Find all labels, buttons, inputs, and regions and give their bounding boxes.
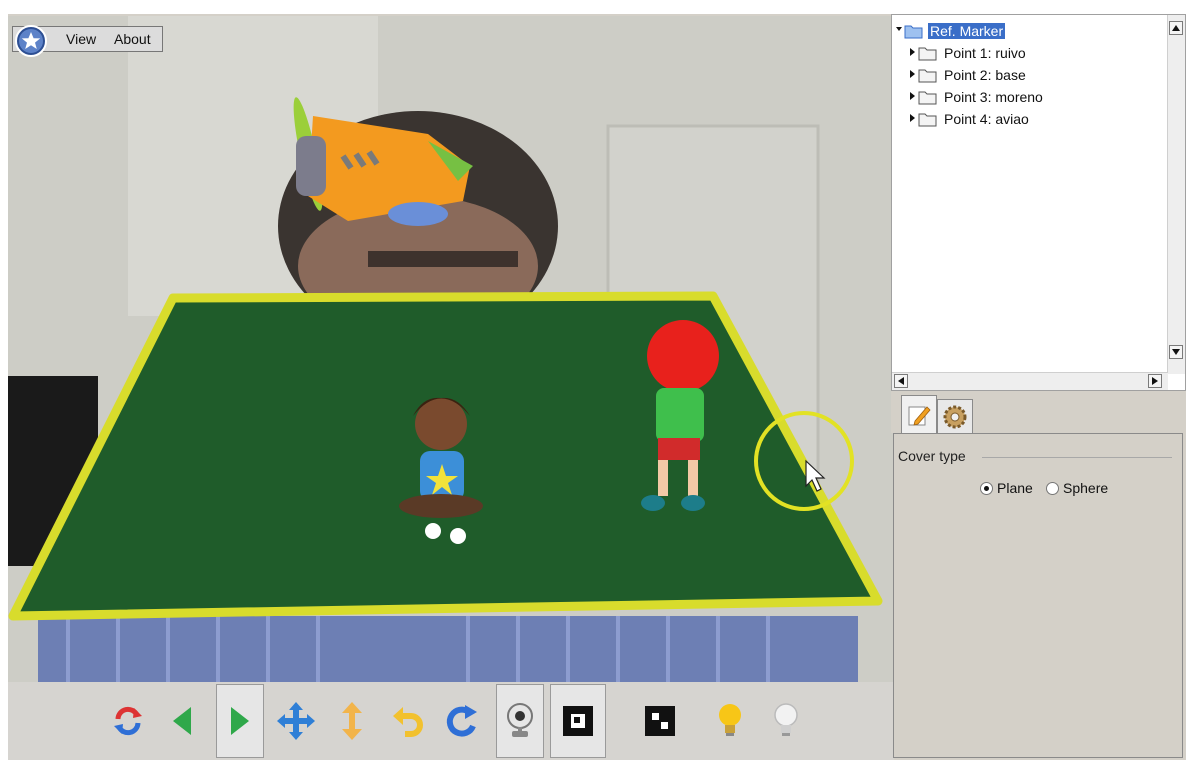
- tree-item-label: Point 2: base: [944, 67, 1026, 83]
- marker-single-icon: [563, 706, 593, 736]
- scroll-up-icon: [1172, 25, 1180, 31]
- tree-root-ref-marker[interactable]: Ref. Marker: [896, 21, 1006, 41]
- scroll-left-icon: [898, 377, 904, 385]
- cover-type-label: Cover type: [898, 448, 966, 464]
- tree-item-label: Point 3: moreno: [944, 89, 1043, 105]
- scene-tree: Ref. Marker Point 1: ruivo Point 2: base…: [891, 14, 1186, 391]
- folder-open-icon: [896, 25, 923, 39]
- tab-edit[interactable]: [901, 395, 937, 433]
- camera-scene: [8, 16, 894, 682]
- next-button[interactable]: [216, 684, 264, 758]
- radio-selected-icon: [980, 481, 993, 495]
- move-icon: [277, 702, 315, 740]
- redo-button[interactable]: [438, 685, 486, 757]
- radio-unselected-icon: [1046, 481, 1059, 495]
- scroll-down-icon: [1172, 349, 1180, 355]
- tree-item-point-3[interactable]: Point 3: moreno: [910, 87, 1045, 107]
- tree-item-point-4[interactable]: Point 4: aviao: [910, 109, 1031, 129]
- move-button[interactable]: [272, 685, 320, 757]
- tree-horizontal-scrollbar[interactable]: [892, 372, 1168, 390]
- light-on-button[interactable]: [706, 685, 754, 757]
- properties-panel: Cover type Plane Sphere: [893, 433, 1183, 758]
- menu-item-view[interactable]: View: [66, 31, 96, 47]
- move-vertical-button[interactable]: [328, 685, 376, 757]
- tab-settings[interactable]: [937, 399, 973, 433]
- radio-plane[interactable]: Plane: [980, 480, 1033, 496]
- tree-root-label: Ref. Marker: [928, 23, 1006, 39]
- webcam-icon: [507, 703, 533, 737]
- app-window: View About Ref. Marker Point 1: ruivo Po…: [8, 14, 1186, 760]
- refresh-icon: [114, 706, 142, 736]
- toolbar: [100, 684, 810, 758]
- scroll-right-button[interactable]: [1148, 374, 1162, 388]
- tree-item-label: Point 1: ruivo: [944, 45, 1026, 61]
- marker-single-button[interactable]: [550, 684, 606, 758]
- previous-button[interactable]: [158, 685, 206, 757]
- menu-bar: View About: [12, 25, 163, 57]
- folder-icon: [910, 69, 937, 83]
- undo-button[interactable]: [384, 685, 432, 757]
- edit-icon: [908, 405, 931, 426]
- redo-icon: [446, 705, 477, 737]
- folder-icon: [910, 47, 937, 61]
- scroll-down-button[interactable]: [1169, 345, 1183, 359]
- move-vertical-icon: [342, 702, 362, 740]
- light-off-button[interactable]: [762, 685, 810, 757]
- arrow-right-icon: [231, 707, 249, 735]
- gear-icon: [943, 405, 967, 428]
- radio-sphere[interactable]: Sphere: [1046, 480, 1108, 496]
- ar-viewport[interactable]: View About: [8, 16, 894, 682]
- light-on-icon: [719, 704, 741, 736]
- scroll-right-icon: [1152, 377, 1158, 385]
- webcam-button[interactable]: [496, 684, 544, 758]
- light-off-icon: [774, 703, 798, 736]
- tree-item-label: Point 4: aviao: [944, 111, 1029, 127]
- refresh-button[interactable]: [104, 685, 152, 757]
- tree-vertical-scrollbar[interactable]: [1167, 15, 1185, 374]
- folder-icon: [910, 91, 937, 105]
- star-logo-icon[interactable]: [15, 25, 47, 57]
- radio-plane-label: Plane: [997, 480, 1033, 496]
- scroll-left-button[interactable]: [894, 374, 908, 388]
- arrow-left-icon: [173, 707, 191, 735]
- property-tabs: [891, 391, 1186, 433]
- marker-multi-icon: [645, 706, 675, 736]
- menu-item-about[interactable]: About: [114, 31, 151, 47]
- tree-item-point-2[interactable]: Point 2: base: [910, 65, 1028, 85]
- marker-multi-button[interactable]: [632, 685, 688, 757]
- group-divider: [982, 457, 1172, 458]
- tree-item-point-1[interactable]: Point 1: ruivo: [910, 43, 1028, 63]
- undo-icon: [393, 707, 423, 737]
- scroll-up-button[interactable]: [1169, 21, 1183, 35]
- radio-sphere-label: Sphere: [1063, 480, 1109, 496]
- folder-icon: [910, 113, 937, 127]
